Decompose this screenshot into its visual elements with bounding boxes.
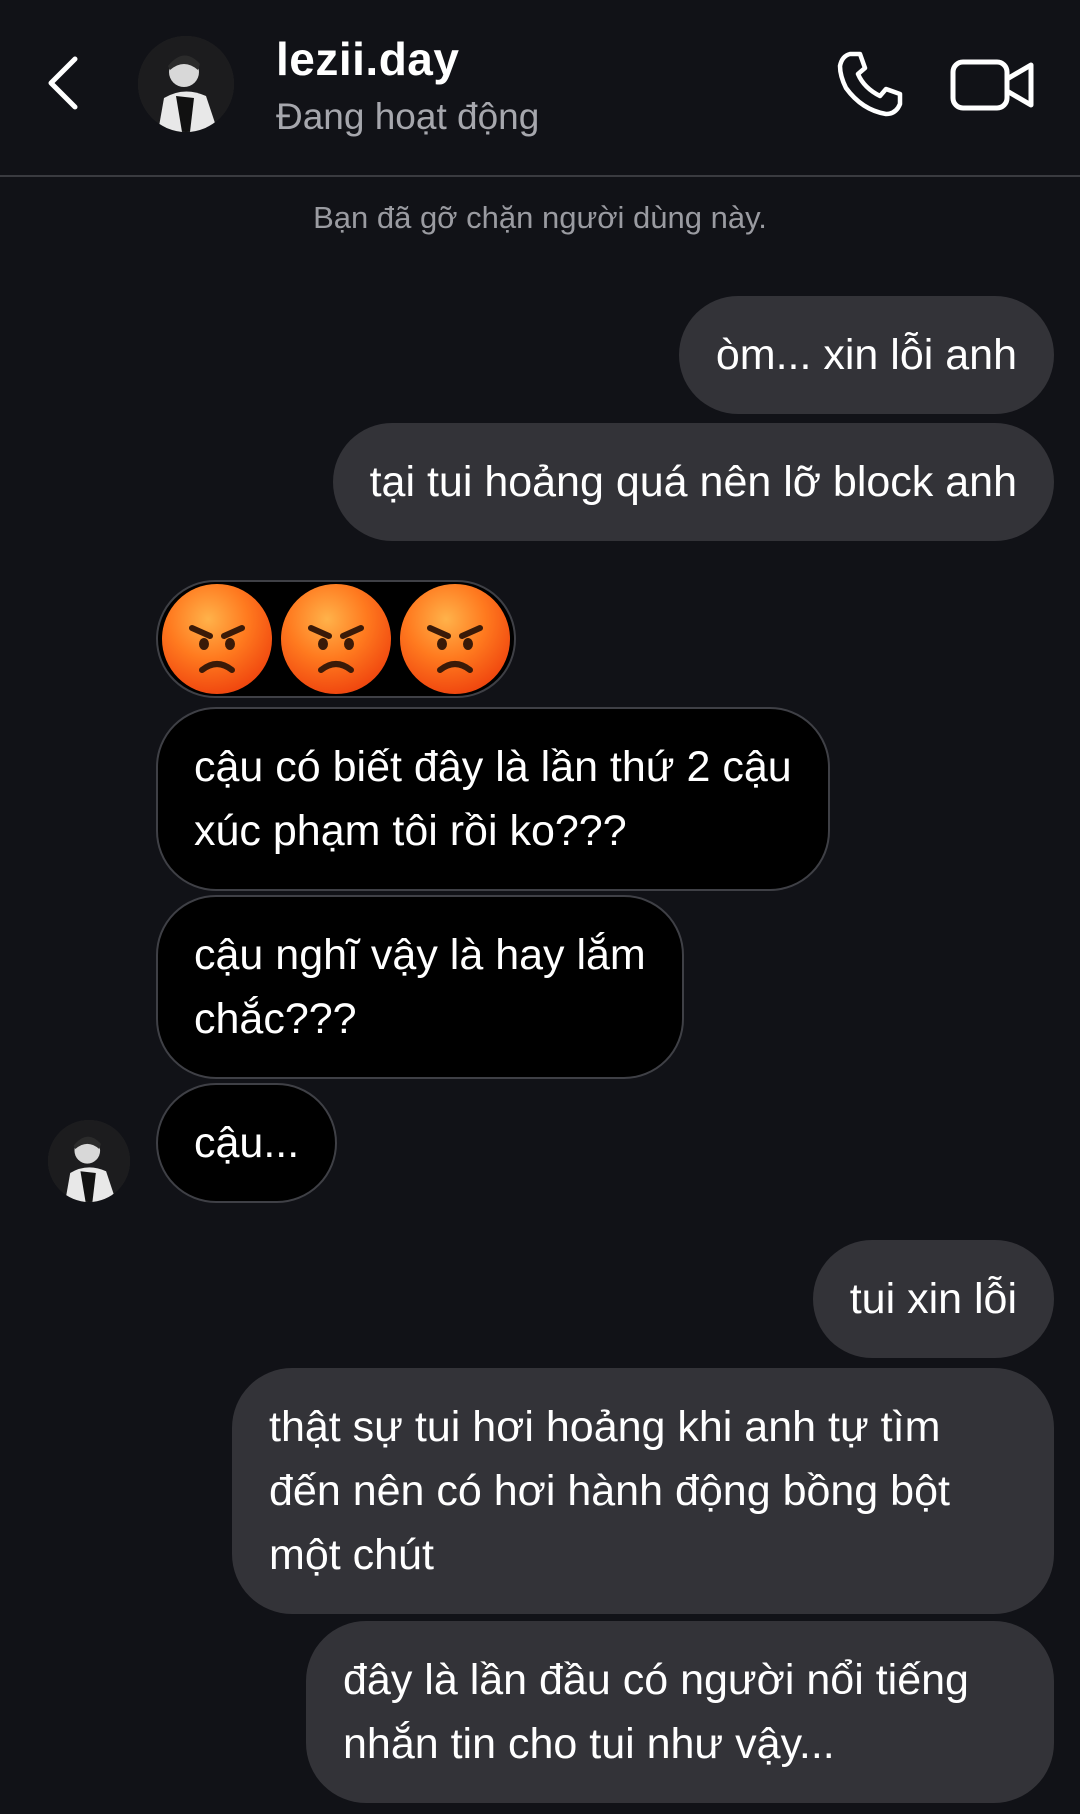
contact-avatar[interactable] (138, 36, 234, 132)
video-call-button[interactable] (948, 50, 1038, 120)
message-text: tại tui hoảng quá nên lỡ block anh (369, 458, 1017, 506)
message-sent[interactable]: tui xin lỗi (812, 1240, 1054, 1358)
message-text: một chút (269, 1531, 434, 1579)
voice-call-button[interactable] (832, 46, 908, 122)
message-text: tui xin lỗi (849, 1275, 1017, 1323)
message-received[interactable]: cậu nghĩ vậy là hay lắm chắc??? (156, 895, 684, 1079)
message-text: xúc phạm tôi rồi ko??? (194, 807, 627, 855)
contact-username[interactable]: lezii.day (276, 32, 459, 86)
message-text: cậu có biết đây là lần thứ 2 cậu (194, 743, 792, 791)
avatar-photo (138, 36, 234, 132)
phone-icon (837, 51, 903, 117)
message-text: òm... xin lỗi anh (715, 331, 1017, 379)
angry-face-icon (281, 584, 391, 694)
chat-header: lezii.day Đang hoạt động (0, 0, 1080, 177)
message-text: chắc??? (194, 995, 357, 1043)
video-camera-icon (950, 59, 1034, 111)
angry-face-icon (162, 584, 272, 694)
message-text: nhắn tin cho tui như vậy... (343, 1720, 835, 1768)
chevron-left-icon (48, 56, 78, 110)
message-sent[interactable]: tại tui hoảng quá nên lỡ block anh (332, 423, 1054, 541)
sender-avatar[interactable] (48, 1120, 130, 1202)
message-text: thật sự tui hơi hoảng khi anh tự tìm (269, 1403, 941, 1451)
back-button[interactable] (38, 48, 88, 118)
message-text: đây là lần đầu có người nổi tiếng (343, 1656, 969, 1704)
angry-face-icon (400, 584, 510, 694)
message-text: đến nên có hơi hành động bồng bột (269, 1467, 950, 1515)
unblock-notice: Bạn đã gỡ chặn người dùng này. (313, 200, 767, 235)
active-status: Đang hoạt động (276, 96, 540, 137)
avatar-photo (48, 1120, 130, 1202)
message-sent[interactable]: đây là lần đầu có người nổi tiếng nhắn t… (306, 1621, 1054, 1803)
message-sent[interactable]: òm... xin lỗi anh (678, 296, 1054, 414)
message-text: cậu nghĩ vậy là hay lắm (194, 931, 646, 979)
emoji-message[interactable] (156, 580, 516, 698)
message-received[interactable]: cậu có biết đây là lần thứ 2 cậu xúc phạ… (156, 707, 830, 891)
message-sent[interactable]: thật sự tui hơi hoảng khi anh tự tìm đến… (232, 1368, 1054, 1614)
message-text: cậu... (194, 1119, 300, 1167)
message-received[interactable]: cậu... (156, 1083, 338, 1203)
